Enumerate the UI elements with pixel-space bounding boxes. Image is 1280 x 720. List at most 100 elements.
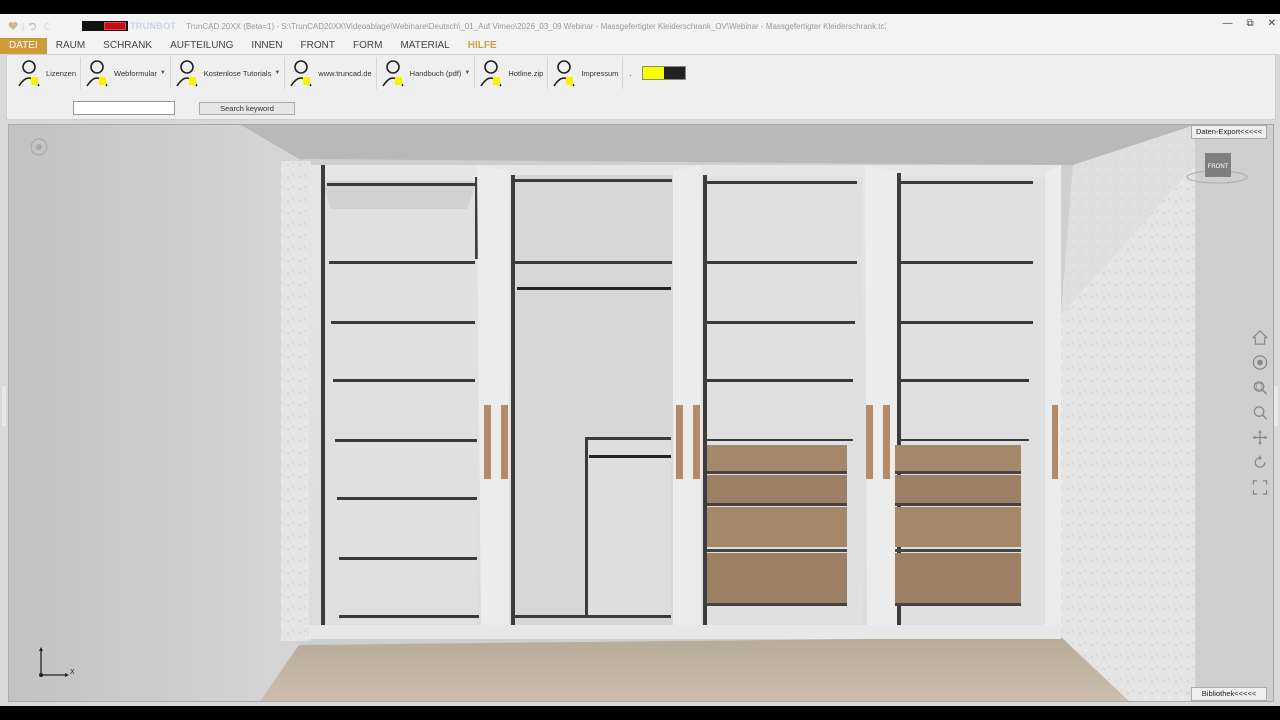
door-handle[interactable] xyxy=(693,405,700,479)
fit-all-icon[interactable] xyxy=(1251,479,1269,496)
undo-icon[interactable] xyxy=(28,21,38,31)
website-label: www.truncad.de xyxy=(318,68,372,78)
menu-bar: DATEI RAUM SCHRANK AUFTEILUNG INNEN FRON… xyxy=(0,38,1280,54)
menu-innen[interactable]: INNEN xyxy=(242,38,291,54)
right-panel-handle[interactable] xyxy=(1274,386,1278,426)
drawer[interactable] xyxy=(895,445,1021,471)
orbit-eye-icon[interactable] xyxy=(1251,354,1269,371)
impressum-button[interactable]: Impressum xyxy=(548,57,624,89)
user-icon xyxy=(290,60,312,87)
menu-front[interactable]: FRONT xyxy=(292,38,344,54)
zoom-window-icon[interactable] xyxy=(1251,379,1269,396)
drawer[interactable] xyxy=(707,445,847,471)
user-icon xyxy=(18,60,40,87)
3d-viewport[interactable]: Daten-Export<<<<< FRONT X Bibliothek<<<<… xyxy=(8,124,1274,702)
webformular-label: Webformular xyxy=(114,68,157,78)
viewcube[interactable]: FRONT xyxy=(1185,151,1249,187)
chevron-down-icon[interactable]: ▼ xyxy=(464,70,470,76)
compartment-3 xyxy=(703,175,863,637)
tutorials-label: Kostenlose Tutorials xyxy=(203,68,272,78)
hotline-button[interactable]: Hotline.zip xyxy=(475,57,549,89)
user-icon xyxy=(176,60,198,87)
handbuch-label: Handbuch (pdf) xyxy=(409,68,462,78)
chevron-down-icon[interactable]: ▼ xyxy=(274,70,280,76)
compartment-4 xyxy=(895,173,1045,639)
navigation-toolbar xyxy=(1251,329,1269,496)
door-panel-4[interactable] xyxy=(1045,165,1061,637)
menu-hilfe[interactable]: HILFE xyxy=(459,38,506,54)
door-handle[interactable] xyxy=(883,405,890,479)
ribbon-hilfe: Lizenzen Webformular ▼ Kostenlose Tutori… xyxy=(6,54,1276,120)
drawer-stack xyxy=(707,445,847,606)
menu-schrank[interactable]: SCHRANK xyxy=(94,38,161,54)
home-icon[interactable] xyxy=(1251,329,1269,346)
tutorials-button[interactable]: Kostenlose Tutorials ▼ xyxy=(171,57,286,89)
rotate-icon[interactable] xyxy=(1251,454,1269,471)
search-keyword-button[interactable]: Search keyword xyxy=(199,101,295,115)
door-handle[interactable] xyxy=(501,405,508,479)
visibility-eye-icon[interactable] xyxy=(29,137,49,157)
redo-icon[interactable] xyxy=(42,21,52,31)
truncad-window: | TRUNBOT TrunCAD 20XX (Beta=1) - S:\Tru… xyxy=(0,14,1280,706)
door-panel-1[interactable] xyxy=(477,165,509,639)
search-input[interactable] xyxy=(73,101,175,115)
ceiling xyxy=(241,125,1195,165)
license-indicator xyxy=(82,21,129,31)
axis-gizmo: X xyxy=(39,647,75,677)
menu-material[interactable]: MATERIAL xyxy=(391,38,458,54)
drawer[interactable] xyxy=(707,553,847,603)
window-title: TrunCAD 20XX (Beta=1) - S:\TrunCAD20XX\V… xyxy=(186,21,887,31)
menu-datei[interactable]: DATEI xyxy=(0,38,47,54)
drawer-stack xyxy=(895,445,1021,606)
color-toggle[interactable] xyxy=(641,66,686,80)
floor xyxy=(260,637,1129,701)
menu-raum[interactable]: RAUM xyxy=(47,38,94,54)
title-bar: | TRUNBOT TrunCAD 20XX (Beta=1) - S:\Tru… xyxy=(0,14,1280,38)
axis-x-label: X xyxy=(70,669,75,676)
door-handle[interactable] xyxy=(484,405,491,479)
dot-label: . xyxy=(629,68,632,78)
webformular-button[interactable]: Webformular ▼ xyxy=(81,57,171,89)
left-wall xyxy=(9,125,299,701)
viewcube-front-label: FRONT xyxy=(1208,164,1229,170)
menu-form[interactable]: FORM xyxy=(344,38,391,54)
door-handle[interactable] xyxy=(1052,405,1058,479)
door-panel-3[interactable] xyxy=(865,165,897,639)
user-icon xyxy=(553,60,576,87)
lizenzen-label: Lizenzen xyxy=(46,68,77,78)
compartment-1 xyxy=(321,165,479,633)
hotline-label: Hotline.zip xyxy=(508,68,544,78)
pan-icon[interactable] xyxy=(1251,429,1269,446)
restore-button[interactable]: ⧉ xyxy=(1246,18,1253,29)
menu-aufteilung[interactable]: AUFTEILUNG xyxy=(161,38,242,54)
quick-access-toolbar: | xyxy=(0,21,52,31)
data-export-tab[interactable]: Daten-Export<<<<< xyxy=(1191,125,1267,139)
left-panel-handle[interactable] xyxy=(2,386,6,426)
brand-label: TRUNBOT xyxy=(130,21,177,31)
separator: | xyxy=(22,21,25,31)
website-button[interactable]: www.truncad.de xyxy=(285,57,377,89)
user-icon xyxy=(381,60,404,87)
app-heart-icon[interactable] xyxy=(8,21,18,31)
door-handle[interactable] xyxy=(866,405,873,479)
lizenzen-button[interactable]: Lizenzen xyxy=(13,57,82,89)
library-tab[interactable]: Bibliothek<<<<< xyxy=(1191,687,1267,701)
drawer[interactable] xyxy=(707,475,847,503)
minimize-button[interactable]: — xyxy=(1222,18,1232,29)
wardrobe-3d-scene xyxy=(9,125,1195,701)
door-handle[interactable] xyxy=(676,405,683,479)
handbuch-button[interactable]: Handbuch (pdf) ▼ xyxy=(377,57,476,89)
keyword-search: Search keyword xyxy=(73,101,295,115)
zoom-icon[interactable] xyxy=(1251,404,1269,421)
ribbon-button-row: Lizenzen Webformular ▼ Kostenlose Tutori… xyxy=(7,55,1275,91)
user-icon xyxy=(86,60,108,87)
drawer[interactable] xyxy=(895,553,1021,603)
drawer[interactable] xyxy=(707,507,847,547)
drawer[interactable] xyxy=(895,475,1021,503)
plinth xyxy=(309,625,1061,639)
close-button[interactable]: ✕ xyxy=(1268,18,1276,29)
chevron-down-icon[interactable]: ▼ xyxy=(160,70,166,76)
door-panel-2[interactable] xyxy=(673,165,701,639)
drawer[interactable] xyxy=(895,507,1021,547)
compartment-2 xyxy=(511,175,673,637)
